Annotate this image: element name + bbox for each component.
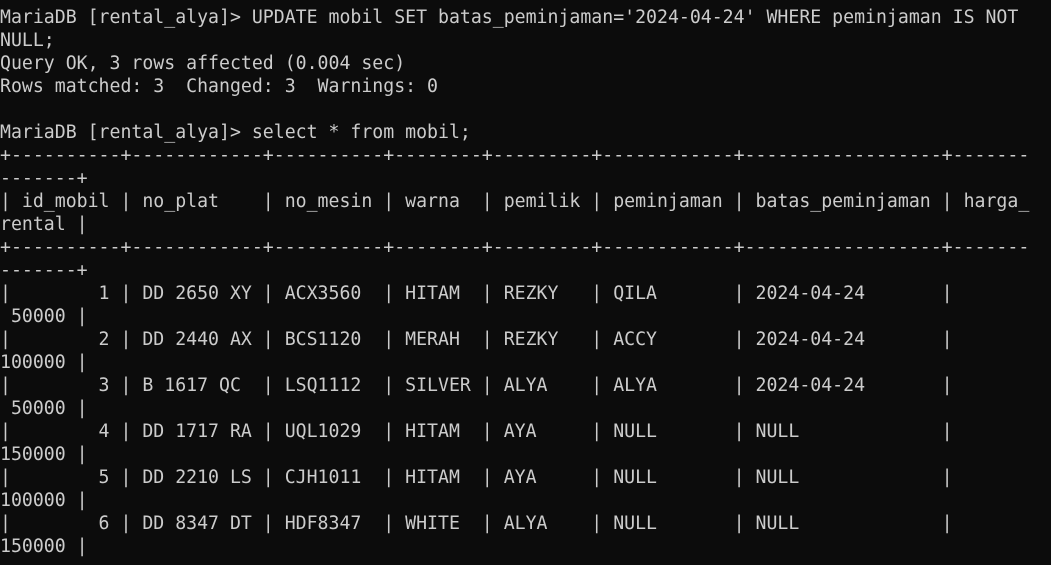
query-result-message: Query OK, 3 rows affected (0.004 sec) — [0, 53, 406, 74]
terminal-window[interactable]: MariaDB [rental_alya]> UPDATE mobil SET … — [0, 0, 1051, 565]
table-border-header-wrap: -------+ — [0, 260, 88, 281]
table-row-wrap: 150000 | — [0, 444, 88, 465]
table-row: | 3 | B 1617 QC | LSQ1112 | SILVER | ALY… — [0, 375, 953, 396]
table-row: | 4 | DD 1717 RA | UQL1029 | HITAM | AYA… — [0, 421, 953, 442]
table-header-row-wrap: rental | — [0, 214, 88, 235]
table-row: | 1 | DD 2650 XY | ACX3560 | HITAM | REZ… — [0, 283, 953, 304]
table-row: | 6 | DD 8347 DT | HDF8347 | WHITE | ALY… — [0, 513, 953, 534]
table-row: | 2 | DD 2440 AX | BCS1120 | MERAH | REZ… — [0, 329, 953, 350]
rows-matched-message: Rows matched: 3 Changed: 3 Warnings: 0 — [0, 76, 438, 97]
prompt-select-command: MariaDB [rental_alya]> select * from mob… — [0, 122, 471, 143]
table-row-wrap: 100000 | — [0, 490, 88, 511]
table-row-wrap: 150000 | — [0, 536, 88, 557]
table-row-wrap: 50000 | — [0, 306, 88, 327]
table-row-wrap: 100000 | — [0, 352, 88, 373]
table-border-top: +----------+------------+----------+----… — [0, 145, 1030, 166]
prompt-update-command: MariaDB [rental_alya]> UPDATE mobil SET … — [0, 7, 1019, 28]
prompt-update-command-wrap: NULL; — [0, 30, 55, 51]
table-header-row: | id_mobil | no_plat | no_mesin | warna … — [0, 191, 1030, 212]
table-border-header: +----------+------------+----------+----… — [0, 237, 1030, 258]
table-row: | 5 | DD 2210 LS | CJH1011 | HITAM | AYA… — [0, 467, 953, 488]
table-row-wrap: 50000 | — [0, 398, 88, 419]
table-border-top-wrap: -------+ — [0, 168, 88, 189]
